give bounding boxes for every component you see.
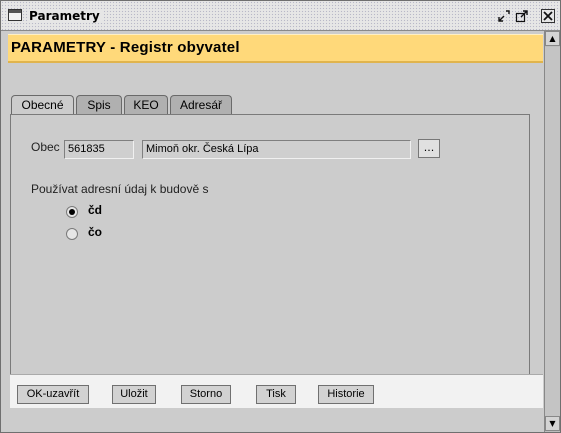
obec-name-field[interactable]: Mimoň okr. Česká Lípa bbox=[142, 140, 411, 159]
obec-code-field[interactable]: 561835 bbox=[64, 140, 134, 159]
scroll-down-icon[interactable]: ▼ bbox=[545, 416, 560, 431]
module-title: PARAMETRY - Registr obyvatel bbox=[11, 39, 240, 56]
window-title: Parametry bbox=[29, 9, 104, 23]
save-button[interactable]: Uložit bbox=[112, 385, 156, 404]
title-bar[interactable]: Parametry bbox=[1, 1, 560, 31]
module-header: PARAMETRY - Registr obyvatel bbox=[8, 34, 543, 63]
scroll-up-icon[interactable]: ▲ bbox=[545, 31, 560, 46]
maximize-icon[interactable] bbox=[515, 9, 529, 23]
vertical-scrollbar[interactable]: ▲ ▼ bbox=[544, 31, 560, 432]
window-frame: Parametry PARAMETRY - Registr obyvatel O… bbox=[0, 0, 561, 433]
radio-cd[interactable] bbox=[66, 206, 78, 218]
tab-spis[interactable]: Spis bbox=[76, 95, 122, 114]
scroll-thumb[interactable] bbox=[545, 47, 560, 416]
tab-panel-obecne: Obec 561835 Mimoň okr. Česká Lípa ... Po… bbox=[10, 114, 530, 391]
tab-keo[interactable]: KEO bbox=[124, 95, 168, 114]
minimize-icon[interactable] bbox=[497, 9, 511, 23]
content-area: PARAMETRY - Registr obyvatel Obecné Spis… bbox=[1, 31, 544, 432]
window-icon bbox=[8, 9, 22, 21]
ok-close-button[interactable]: OK-uzavřít bbox=[17, 385, 89, 404]
cancel-button[interactable]: Storno bbox=[181, 385, 231, 404]
obec-lookup-button[interactable]: ... bbox=[418, 139, 440, 158]
button-bar: OK-uzavřít Uložit Storno Tisk Historie bbox=[10, 374, 543, 408]
radio-co-label[interactable]: čo bbox=[88, 225, 102, 239]
tab-adresar[interactable]: Adresář bbox=[170, 95, 232, 114]
close-icon[interactable] bbox=[541, 9, 555, 23]
tab-obecne[interactable]: Obecné bbox=[11, 95, 74, 115]
obec-label: Obec bbox=[31, 140, 60, 154]
radio-cd-label[interactable]: čd bbox=[88, 203, 102, 217]
history-button[interactable]: Historie bbox=[318, 385, 374, 404]
address-question: Používat adresní údaj k budově s bbox=[31, 182, 209, 196]
print-button[interactable]: Tisk bbox=[256, 385, 296, 404]
radio-co[interactable] bbox=[66, 228, 78, 240]
